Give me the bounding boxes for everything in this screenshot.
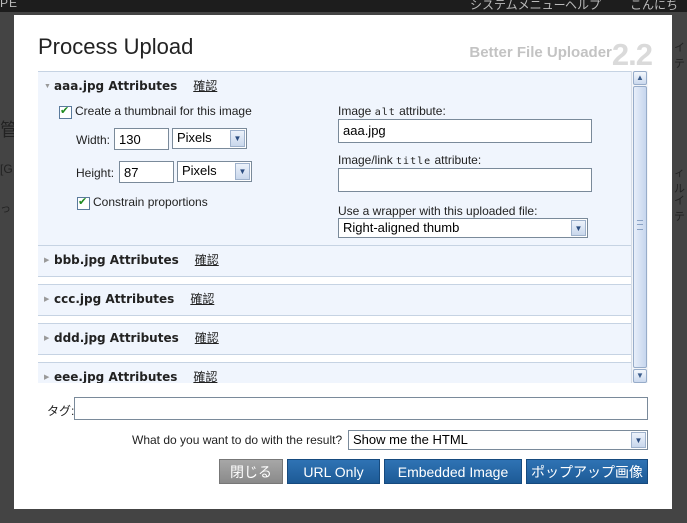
section-title: aaa.jpg Attributes: [54, 79, 178, 93]
result-action-value: Show me the HTML: [353, 432, 468, 447]
section-title: ccc.jpg Attributes: [54, 292, 175, 306]
brand-logo: Better File Uploader2.2: [469, 37, 653, 73]
width-unit-value: Pixels: [177, 130, 212, 145]
list-scrollbar[interactable]: ▲ ▼: [631, 71, 648, 383]
confirm-link[interactable]: 確認: [193, 370, 217, 383]
section-header[interactable]: ▼ aaa.jpg Attributes 確認: [44, 72, 217, 100]
collapsed-triangle-icon[interactable]: ▶: [44, 325, 54, 353]
file-section-eee[interactable]: ▶ eee.jpg Attributes 確認: [38, 362, 631, 383]
confirm-link[interactable]: 確認: [195, 331, 219, 345]
brand-version: 2.2: [611, 37, 653, 72]
file-attributes-list: ▼aaa.jpg Attributes確認 Create a thumbnail…: [38, 71, 648, 383]
section-title: ddd.jpg Attributes: [54, 331, 179, 345]
section-header[interactable]: ▶ bbb.jpg Attributes 確認: [44, 246, 219, 274]
create-thumbnail-checkbox[interactable]: [59, 104, 72, 119]
alt-label-prefix: Image: [338, 104, 375, 118]
chevron-down-icon[interactable]: ▼: [235, 163, 250, 180]
wrapper-label: Use a wrapper with this uploaded file:: [338, 204, 538, 218]
section-header[interactable]: ▶ ddd.jpg Attributes 確認: [44, 324, 219, 352]
collapsed-triangle-icon[interactable]: ▶: [44, 247, 54, 275]
embedded-image-button[interactable]: Embedded Image: [384, 459, 522, 484]
collapsed-triangle-icon[interactable]: ▶: [44, 364, 54, 383]
background-top-bar: PE システムメニュー ヘルプ こんにちは: [0, 0, 687, 29]
background-text-fragment: っ: [0, 203, 11, 215]
wrapper-select[interactable]: Right-aligned thumb ▼: [338, 218, 588, 238]
alt-label-suffix: attribute:: [395, 104, 446, 118]
background-logo-text: PE: [0, 0, 19, 10]
section-title: bbb.jpg Attributes: [54, 253, 179, 267]
file-section-ccc[interactable]: ▶ ccc.jpg Attributes 確認: [38, 284, 631, 316]
scroll-down-icon[interactable]: ▼: [633, 369, 647, 383]
confirm-link[interactable]: 確認: [190, 292, 214, 306]
file-section-ddd[interactable]: ▶ ddd.jpg Attributes 確認: [38, 323, 631, 355]
confirm-link[interactable]: 確認: [193, 79, 217, 93]
chevron-down-icon[interactable]: ▼: [230, 130, 245, 147]
width-label: Width:: [76, 133, 111, 147]
alt-attribute-input[interactable]: aaa.jpg: [338, 119, 592, 143]
title-label-suffix: attribute:: [431, 153, 482, 167]
confirm-link[interactable]: 確認: [195, 253, 219, 267]
dialog-title: Process Upload: [38, 34, 194, 59]
popup-image-button[interactable]: ポップアップ画像: [526, 459, 648, 484]
width-unit-select[interactable]: Pixels ▼: [172, 128, 247, 149]
tag-input[interactable]: [74, 397, 648, 420]
constrain-proportions-label: Constrain proportions: [93, 195, 208, 209]
background-text-fragment: イテ: [674, 195, 685, 223]
result-question-label: What do you want to do with the result?: [132, 433, 343, 447]
create-thumbnail-label: Create a thumbnail for this image: [75, 104, 252, 118]
background-text-fragment: [G: [0, 162, 13, 176]
wrapper-value: Right-aligned thumb: [343, 220, 460, 235]
collapsed-triangle-icon[interactable]: ▶: [44, 286, 54, 314]
close-button[interactable]: 閉じる: [219, 459, 283, 484]
result-action-select[interactable]: Show me the HTML ▼: [348, 430, 648, 450]
title-label-code: title: [396, 156, 432, 167]
background-text-fragment: イテ: [674, 42, 685, 70]
scrollbar-thumb[interactable]: [633, 86, 647, 368]
expanded-triangle-icon[interactable]: ▼: [44, 73, 54, 101]
tag-label: タグ:: [47, 404, 75, 418]
grip-icon: [637, 220, 643, 230]
height-label: Height:: [76, 166, 115, 180]
title-attribute-label: Image/link title attribute:: [338, 153, 481, 167]
alt-label-code: alt: [374, 107, 396, 118]
url-only-button[interactable]: URL Only: [287, 459, 380, 484]
section-header[interactable]: ▶ ccc.jpg Attributes 確認: [44, 285, 214, 313]
title-attribute-input[interactable]: [338, 168, 592, 192]
section-header[interactable]: ▶ eee.jpg Attributes 確認: [44, 363, 217, 383]
process-upload-dialog: Process Upload Better File Uploader2.2 ▼…: [14, 15, 672, 509]
constrain-proportions-checkbox[interactable]: [77, 195, 90, 210]
chevron-down-icon[interactable]: ▼: [631, 432, 646, 448]
section-title: eee.jpg Attributes: [54, 370, 178, 383]
alt-attribute-label: Image alt attribute:: [338, 104, 446, 118]
brand-name: Better File Uploader: [469, 44, 612, 61]
chevron-down-icon[interactable]: ▼: [571, 220, 586, 236]
height-unit-value: Pixels: [182, 163, 217, 178]
height-unit-select[interactable]: Pixels ▼: [177, 161, 252, 182]
file-section-bbb[interactable]: ▶ bbb.jpg Attributes 確認: [38, 245, 631, 277]
file-section-aaa: ▼aaa.jpg Attributes確認 Create a thumbnail…: [38, 71, 631, 246]
scroll-up-icon[interactable]: ▲: [633, 71, 647, 85]
height-input[interactable]: 87: [119, 161, 174, 183]
width-input[interactable]: 130: [114, 128, 169, 150]
title-label-prefix: Image/link: [338, 153, 397, 167]
